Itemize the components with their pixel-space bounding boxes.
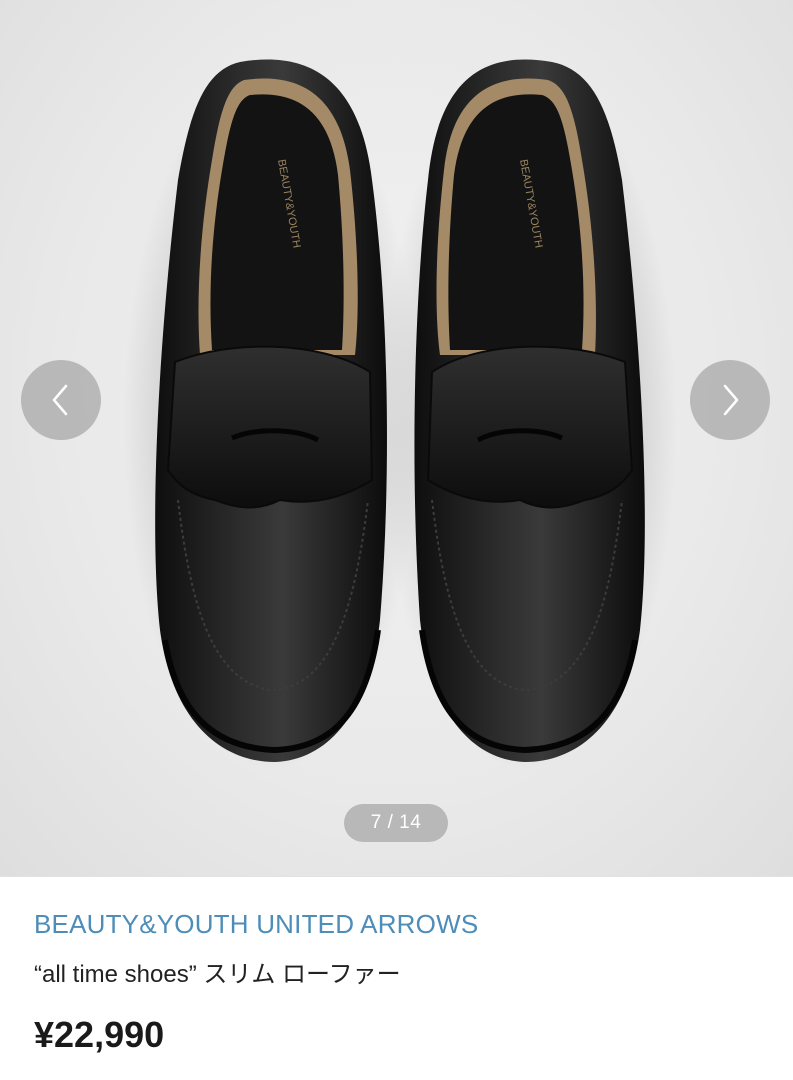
- product-price: ¥22,990: [34, 1014, 165, 1055]
- brand-link[interactable]: BEAUTY&YOUTH UNITED ARROWS: [34, 907, 793, 941]
- chevron-right-icon: [723, 384, 739, 416]
- previous-image-button[interactable]: [21, 360, 101, 440]
- right-loafer: BEAUTY&YOUTH: [378, 59, 678, 770]
- next-image-button[interactable]: [690, 360, 770, 440]
- product-photo: BEAUTY&YOUTH BEAUTY&YOUTH: [122, 59, 678, 770]
- chevron-left-icon: [52, 384, 68, 416]
- product-title: “all time shoes” スリム ローファー: [34, 961, 401, 988]
- product-info: BEAUTY&YOUTH UNITED ARROWS “all time sho…: [0, 907, 793, 1057]
- left-loafer: BEAUTY&YOUTH: [122, 59, 422, 770]
- image-counter: 7 / 14: [344, 804, 448, 842]
- product-image-gallery[interactable]: BEAUTY&YOUTH BEAUTY&YOUTH 7 / 14: [0, 0, 793, 876]
- divider: [0, 876, 793, 877]
